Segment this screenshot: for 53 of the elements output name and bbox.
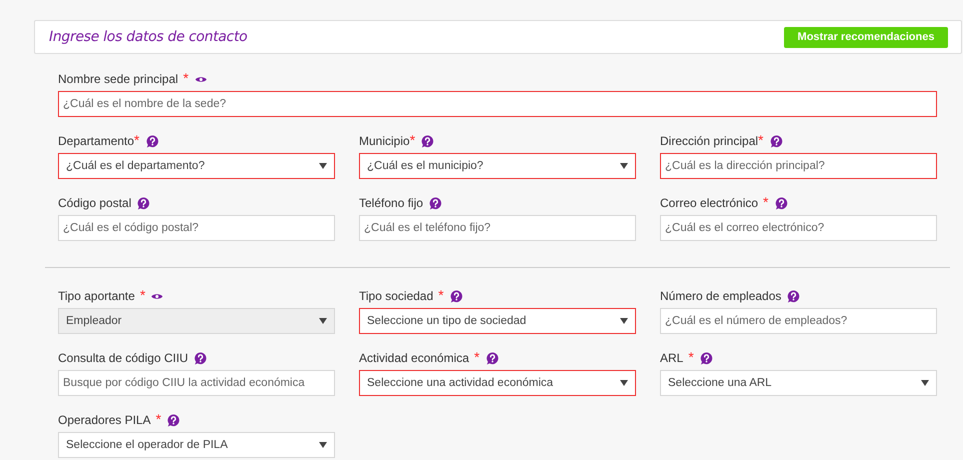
caret-icon: [620, 380, 628, 386]
required-mark: *: [138, 290, 146, 300]
required-mark: *: [762, 197, 768, 207]
select-field[interactable]: ¿Cuál es el departamento?: [58, 153, 335, 179]
field-label: ARL: [660, 351, 684, 365]
field-label: Operadores PILA: [58, 413, 151, 427]
input-field[interactable]: ¿Cuál es la dirección principal?: [660, 153, 937, 179]
required-mark: *: [687, 352, 694, 362]
required-mark: *: [437, 290, 444, 300]
help-icon[interactable]: [194, 352, 208, 364]
eye-icon[interactable]: [194, 74, 207, 84]
help-icon[interactable]: [167, 414, 180, 426]
required-mark: *: [473, 352, 480, 362]
caret-icon: [319, 318, 327, 324]
field-label: Tipo sociedad: [359, 289, 434, 303]
help-icon[interactable]: [700, 352, 713, 364]
field-label: Actividad económica: [359, 351, 470, 365]
field-label: Correo electrónico: [660, 196, 758, 210]
help-icon[interactable]: [137, 196, 150, 210]
help-icon[interactable]: [787, 290, 800, 302]
caret-icon: [319, 163, 327, 169]
input-field[interactable]: ¿Cuál es el nombre de la sede?: [58, 91, 937, 117]
caret-icon: [620, 318, 628, 324]
field-label: Consulta de código CIIU: [58, 351, 188, 365]
help-icon[interactable]: [429, 196, 442, 210]
required-mark: *: [154, 414, 162, 424]
select-field[interactable]: Seleccione una actividad económica: [359, 370, 636, 396]
caret-icon: [319, 442, 327, 448]
select-field[interactable]: Seleccione un tipo de sociedad: [359, 308, 636, 334]
field-label: Teléfono fijo: [359, 196, 424, 210]
select-field[interactable]: ¿Cuál es el municipio?: [359, 153, 636, 179]
field-label: Departamento: [58, 134, 134, 148]
required-mark: *: [134, 135, 140, 145]
help-icon[interactable]: [770, 134, 782, 148]
field-label: Tipo aportante: [58, 289, 135, 303]
field-label: Número de empleados: [660, 289, 782, 303]
help-icon[interactable]: [146, 134, 158, 148]
help-icon[interactable]: [774, 196, 788, 210]
select-field[interactable]: Seleccione el operador de PILA: [58, 432, 335, 458]
caret-icon: [921, 380, 929, 386]
help-icon[interactable]: [421, 134, 434, 148]
required-mark: *: [410, 135, 416, 145]
required-mark: *: [758, 135, 764, 145]
help-icon[interactable]: [450, 290, 463, 302]
required-mark: *: [182, 73, 189, 83]
field-label: Dirección principal: [660, 134, 758, 148]
caret-icon: [620, 163, 628, 169]
field-label: Código postal: [58, 196, 132, 210]
field-label: Municipio: [359, 134, 410, 148]
field-label: Nombre sede principal: [58, 72, 178, 86]
section-title: Ingrese los datos de contacto: [49, 29, 248, 45]
help-icon[interactable]: [486, 352, 499, 364]
select-field[interactable]: Seleccione una ARL: [660, 370, 937, 396]
